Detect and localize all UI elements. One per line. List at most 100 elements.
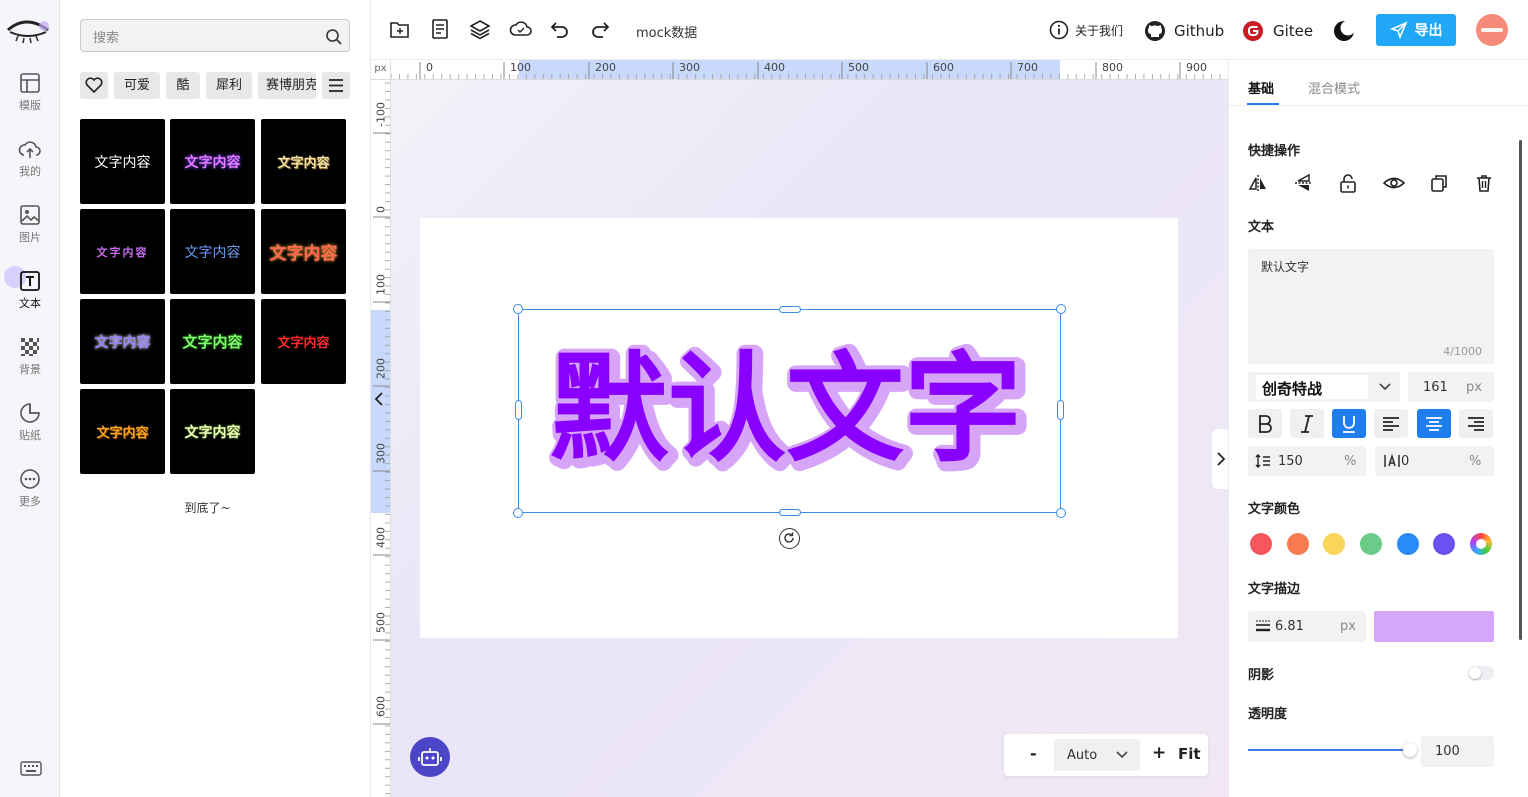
text-style-tile[interactable]: 文字内容 <box>80 209 165 294</box>
letter-spacing-input[interactable]: 0 % <box>1375 446 1494 476</box>
bold-button[interactable] <box>1248 409 1282 438</box>
stroke-color-picker[interactable] <box>1374 611 1494 642</box>
collapse-right-panel-button[interactable] <box>1212 429 1229 489</box>
cloud-save-icon[interactable] <box>509 18 533 40</box>
text-style-tile[interactable]: 文字内容 <box>80 389 165 474</box>
resize-handle-top[interactable] <box>779 306 801 313</box>
chip-cool[interactable]: 酷 <box>166 72 200 99</box>
font-family-select[interactable]: 创奇特战 <box>1248 372 1400 402</box>
ruler-label: 500 <box>848 61 869 74</box>
text-style-tile[interactable]: 文字内容 <box>261 209 346 294</box>
color-swatch-blue[interactable] <box>1397 533 1419 555</box>
text-style-tile[interactable]: 文字内容 <box>170 209 255 294</box>
github-link[interactable]: Github <box>1144 20 1224 42</box>
resize-handle-bottom[interactable] <box>779 509 801 516</box>
tab-blend-mode[interactable]: 混合模式 <box>1308 78 1360 97</box>
line-height-input[interactable]: 150 % <box>1248 446 1366 476</box>
align-center-button[interactable] <box>1417 409 1451 438</box>
gitee-link[interactable]: Gitee <box>1242 20 1313 42</box>
right-panel-scrollbar[interactable] <box>1519 140 1522 640</box>
undo-icon[interactable] <box>549 18 571 40</box>
zoom-select[interactable]: Auto <box>1054 739 1140 771</box>
color-swatch-yellow[interactable] <box>1323 533 1345 555</box>
resize-handle-top-right[interactable] <box>1056 304 1066 314</box>
flip-vertical-icon[interactable] <box>1293 173 1313 193</box>
cloud-upload-icon <box>18 141 41 158</box>
project-name[interactable]: mock数据 <box>636 22 697 41</box>
rail-item-sticker[interactable]: 贴纸 <box>0 396 60 456</box>
color-swatch-red[interactable] <box>1250 533 1272 555</box>
duplicate-icon[interactable] <box>1429 173 1449 193</box>
about-link[interactable]: 关于我们 <box>1049 20 1123 40</box>
rail-item-text[interactable]: 文本 <box>0 264 60 324</box>
color-swatch-green[interactable] <box>1360 533 1382 555</box>
font-size-input[interactable]: 161 px <box>1408 372 1494 402</box>
resize-handle-top-left[interactable] <box>513 304 523 314</box>
favorite-chip[interactable] <box>80 72 108 99</box>
redo-icon[interactable] <box>589 18 611 40</box>
custom-color-picker-icon[interactable] <box>1470 533 1492 555</box>
align-left-button[interactable] <box>1374 409 1408 438</box>
italic-button[interactable] <box>1290 409 1324 438</box>
color-swatch-purple[interactable] <box>1433 533 1455 555</box>
chip-cyberpunk[interactable]: 赛博朋克 <box>258 72 316 99</box>
chip-cute[interactable]: 可爱 <box>114 72 160 99</box>
shadow-toggle[interactable] <box>1468 666 1494 680</box>
tab-basic[interactable]: 基础 <box>1248 78 1274 97</box>
app-logo[interactable] <box>4 8 54 48</box>
flip-horizontal-icon[interactable] <box>1248 173 1268 193</box>
text-content-textarea[interactable]: 默认文字 4/1000 <box>1248 249 1494 364</box>
ruler-label: 300 <box>374 443 388 464</box>
text-style-tile[interactable]: 文字内容 <box>80 299 165 384</box>
resize-handle-bottom-right[interactable] <box>1056 508 1066 518</box>
quick-ops-title: 快捷操作 <box>1248 144 1301 159</box>
resize-handle-right[interactable] <box>1057 400 1064 420</box>
opacity-input[interactable]: 100 <box>1421 736 1494 767</box>
align-right-button[interactable] <box>1459 409 1493 438</box>
underline-button[interactable] <box>1332 409 1366 438</box>
resize-handle-left[interactable] <box>515 400 522 420</box>
delete-icon[interactable] <box>1474 173 1494 193</box>
text-style-tile[interactable]: 文字内容 <box>170 389 255 474</box>
search-input[interactable]: 搜索 <box>80 19 350 52</box>
ruler-label: 600 <box>374 696 388 717</box>
rail-item-more[interactable]: 更多 <box>0 462 60 522</box>
chip-sharp[interactable]: 犀利 <box>206 72 252 99</box>
left-rail: 模版 我的 图片 文本 背景 贴纸 更多 <box>0 0 60 797</box>
open-folder-icon[interactable] <box>389 18 411 40</box>
zoom-in-button[interactable]: + <box>1152 743 1166 763</box>
text-style-tile[interactable]: 文字内容 <box>170 299 255 384</box>
keyboard-shortcuts-button[interactable] <box>20 758 42 778</box>
text-style-tile[interactable]: 文字内容 <box>261 119 346 204</box>
ai-assistant-button[interactable] <box>410 737 450 777</box>
stroke-width-input[interactable]: 6.81 px <box>1248 611 1366 642</box>
avatar[interactable] <box>1476 14 1508 46</box>
zoom-out-button[interactable]: - <box>1030 744 1037 763</box>
text-style-tile[interactable]: 文字内容 <box>80 119 165 204</box>
collapse-left-panel-button[interactable] <box>372 388 386 410</box>
unlock-icon[interactable] <box>1338 173 1358 193</box>
rail-item-image[interactable]: 图片 <box>0 198 60 258</box>
resize-handle-bottom-left[interactable] <box>513 508 523 518</box>
document-icon[interactable] <box>429 18 451 40</box>
search-icon[interactable] <box>325 28 343 46</box>
opacity-slider-track[interactable] <box>1248 743 1417 757</box>
layers-icon[interactable] <box>469 18 491 40</box>
rotate-handle[interactable] <box>779 528 800 549</box>
chip-menu-button[interactable] <box>322 72 350 99</box>
opacity-title: 透明度 <box>1248 707 1288 722</box>
text-style-tile[interactable]: 文字内容 <box>261 299 346 384</box>
zoom-fit-button[interactable]: Fit <box>1178 745 1201 763</box>
font-size-unit: px <box>1466 380 1482 395</box>
github-label: Github <box>1174 22 1225 40</box>
opacity-slider-thumb[interactable] <box>1403 743 1417 757</box>
rail-item-background[interactable]: 背景 <box>0 330 60 390</box>
text-style-tile[interactable]: 文字内容 <box>170 119 255 204</box>
rail-item-mine[interactable]: 我的 <box>0 132 60 192</box>
export-button[interactable]: 导出 <box>1376 14 1456 46</box>
visibility-eye-icon[interactable] <box>1383 173 1405 193</box>
dark-mode-icon[interactable] <box>1332 19 1356 43</box>
sticker-icon <box>20 403 40 423</box>
color-swatch-orange[interactable] <box>1287 533 1309 555</box>
rail-item-template[interactable]: 模版 <box>0 66 60 126</box>
